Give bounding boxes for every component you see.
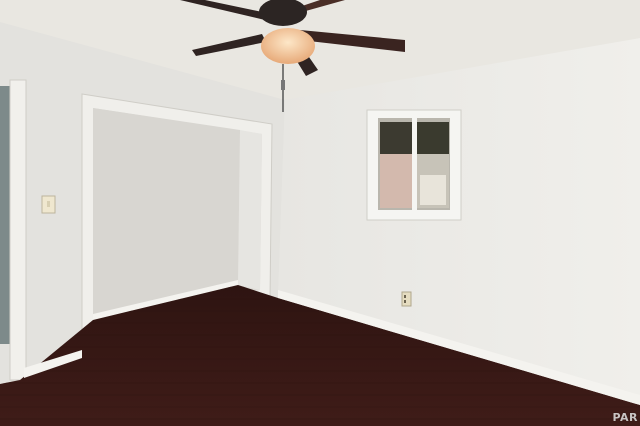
doorway-frame — [9, 79, 27, 381]
room-illustration — [0, 0, 640, 426]
light-switch-icon — [41, 195, 56, 214]
outlet-icon — [401, 291, 412, 307]
window-icon — [366, 109, 462, 221]
closet-side-wall — [238, 130, 262, 290]
room-photo: PAR — [0, 0, 640, 426]
watermark: PAR — [612, 411, 638, 424]
